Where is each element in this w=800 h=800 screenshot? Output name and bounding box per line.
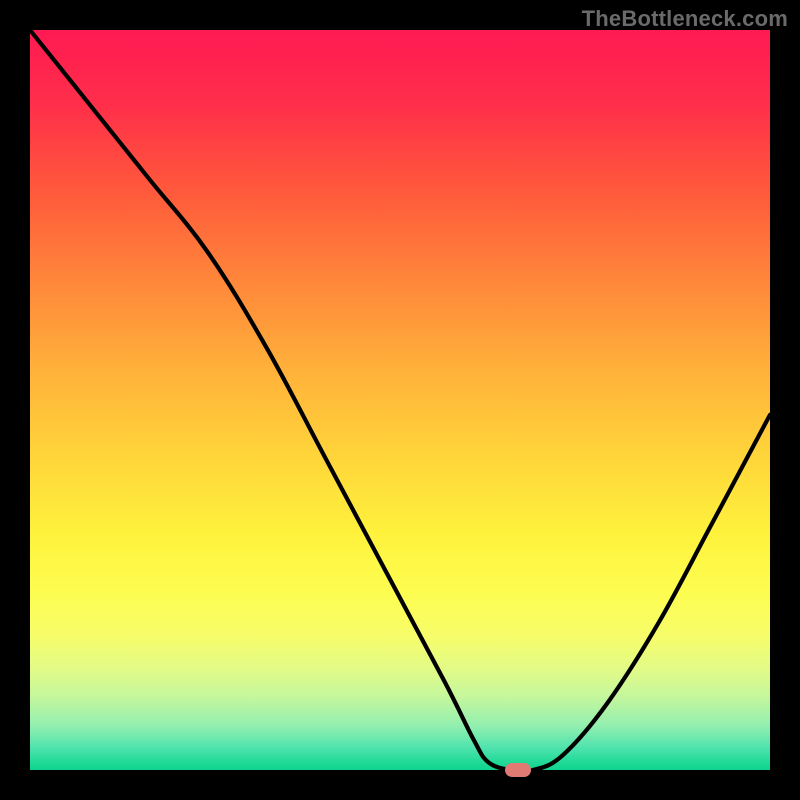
plot-area <box>30 30 770 770</box>
curve-svg <box>30 30 770 770</box>
watermark-text: TheBottleneck.com <box>582 6 788 32</box>
chart-frame: TheBottleneck.com <box>0 0 800 800</box>
optimal-marker <box>505 763 531 777</box>
bottleneck-curve <box>30 30 770 772</box>
